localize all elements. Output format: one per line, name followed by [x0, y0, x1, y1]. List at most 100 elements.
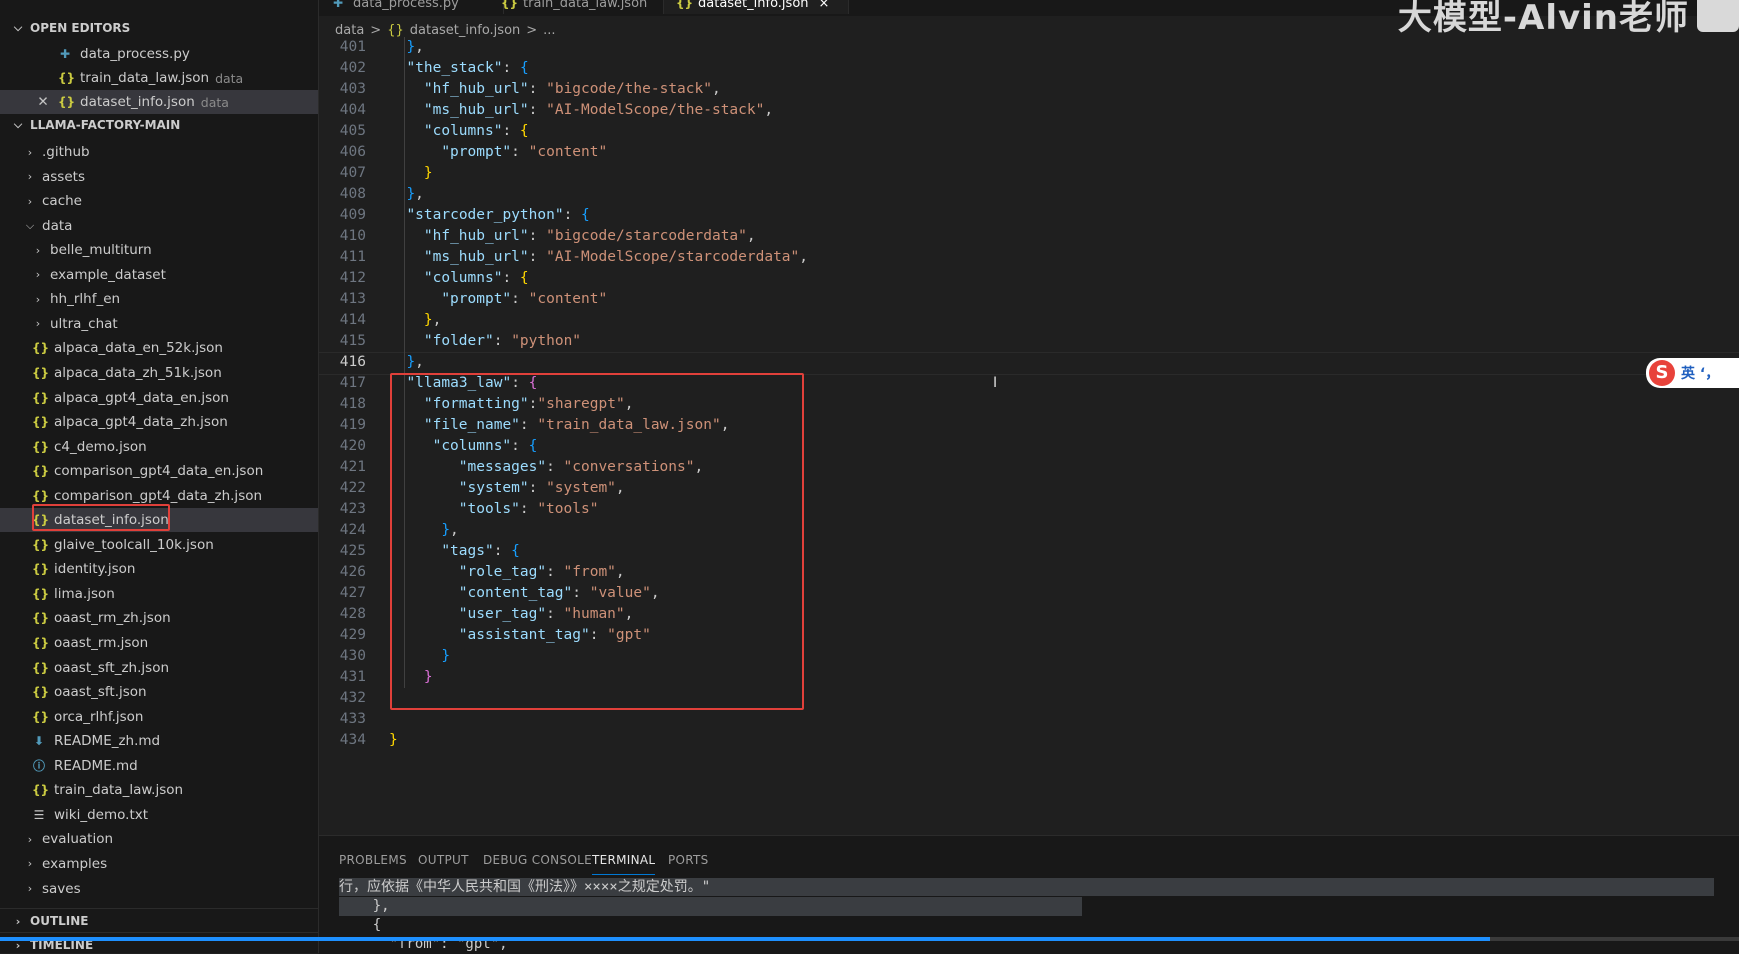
tree-folder[interactable]: › example_dataset: [0, 263, 318, 287]
code-token: :: [528, 480, 547, 496]
tree-file[interactable]: {} c4_demo.json: [0, 435, 318, 459]
code-line[interactable]: 424},: [319, 520, 1739, 541]
outline-header[interactable]: › OUTLINE: [0, 908, 318, 933]
project-header[interactable]: ⌵ LLAMA-FACTORY-MAIN: [0, 113, 318, 137]
tree-folder[interactable]: › cache: [0, 189, 318, 213]
editor-area[interactable]: ✚ data_process.py {} train_data_law.json…: [319, 0, 1739, 835]
code-line[interactable]: 409 "starcoder_python": {: [319, 205, 1739, 226]
tree-folder[interactable]: › belle_multiturn: [0, 238, 318, 262]
tree-file[interactable]: {} dataset_info.json: [0, 508, 318, 533]
tree-file[interactable]: ⓘ README.md: [0, 754, 318, 778]
code-line[interactable]: 404 "ms_hub_url": "AI-ModelScope/the-stac…: [319, 100, 1739, 121]
chevron-right-icon: >: [370, 22, 382, 38]
code-line[interactable]: 410 "hf_hub_url": "bigcode/starcoderdata"…: [319, 226, 1739, 247]
code-line[interactable]: 402 "the_stack": {: [319, 58, 1739, 79]
code-line[interactable]: 422 "system": "system",: [319, 478, 1739, 499]
open-editor-item[interactable]: {} train_data_law.json data: [0, 66, 318, 90]
tab-data-process[interactable]: ✚ data_process.py: [319, 0, 504, 14]
code-line[interactable]: 417 "llama3_law": {: [319, 373, 1739, 394]
breadcrumb-folder[interactable]: data: [335, 23, 364, 38]
tree-folder[interactable]: › ultra_chat: [0, 312, 318, 336]
code-line[interactable]: 432: [319, 688, 1739, 709]
code-line[interactable]: 413 "prompt": "content": [319, 289, 1739, 310]
code-line[interactable]: 425 "tags": {: [319, 541, 1739, 562]
line-number: 429: [339, 627, 366, 643]
tree-file[interactable]: {} glaive_toolcall_10k.json: [0, 533, 318, 557]
tree-folder[interactable]: › hh_rlhf_en: [0, 287, 318, 311]
tree-file[interactable]: {} oaast_rm.json: [0, 631, 318, 655]
tree-file[interactable]: {} alpaca_data_zh_51k.json: [0, 361, 318, 385]
tree-folder[interactable]: › saves: [0, 877, 318, 901]
indent-guide: [404, 289, 406, 310]
code-line[interactable]: 433: [319, 709, 1739, 730]
code-line[interactable]: 429 "assistant_tag": "gpt": [319, 625, 1739, 646]
code-line[interactable]: 420 "columns": {: [319, 436, 1739, 457]
open-editor-item[interactable]: ✚ data_process.py: [0, 42, 318, 66]
tree-folder[interactable]: › .github: [0, 140, 318, 164]
tree-file[interactable]: {} alpaca_gpt4_data_en.json: [0, 386, 318, 410]
code-line[interactable]: 430}: [319, 646, 1739, 667]
code-line[interactable]: 415 "folder": "python": [319, 331, 1739, 352]
tree-file[interactable]: {} alpaca_gpt4_data_zh.json: [0, 410, 318, 434]
code-token: ,: [799, 249, 809, 265]
code-line[interactable]: 405 "columns": {: [319, 121, 1739, 142]
tree-file[interactable]: {} orca_rlhf.json: [0, 705, 318, 729]
json-file-icon: {}: [32, 709, 50, 724]
panel-tab-debug-console[interactable]: DEBUG CONSOLE: [483, 846, 592, 874]
code-text: "tags": {: [441, 541, 520, 562]
code-line[interactable]: 401},: [319, 37, 1739, 58]
tab-train-data-law[interactable]: {} train_data_law.json: [489, 0, 664, 14]
code-line[interactable]: 412 "columns": {: [319, 268, 1739, 289]
tree-file[interactable]: {} alpaca_data_en_52k.json: [0, 336, 318, 360]
tree-file[interactable]: {} identity.json: [0, 557, 318, 581]
tree-folder[interactable]: › evaluation: [0, 827, 318, 851]
terminal-line[interactable]: {: [339, 916, 381, 935]
code-line[interactable]: 408},: [319, 184, 1739, 205]
panel-tab-problems[interactable]: PROBLEMS: [339, 846, 407, 874]
tree-file[interactable]: {} oaast_sft_zh.json: [0, 656, 318, 680]
panel-tab-terminal[interactable]: TERMINAL: [592, 846, 656, 875]
code-line[interactable]: 434}: [319, 730, 1739, 751]
panel-tab-output[interactable]: OUTPUT: [418, 846, 469, 874]
tree-file[interactable]: {} train_data_law.json: [0, 778, 318, 802]
tree-file[interactable]: {} comparison_gpt4_data_zh.json: [0, 484, 318, 508]
terminal-line[interactable]: },: [339, 897, 1082, 916]
code-line[interactable]: 421 "messages": "conversations",: [319, 457, 1739, 478]
tree-folder[interactable]: ⌵ data: [0, 214, 318, 238]
code-text: "assistant_tag": "gpt": [459, 625, 651, 646]
code-line[interactable]: 426 "role_tag": "from",: [319, 562, 1739, 583]
code-line[interactable]: 403 "hf_hub_url": "bigcode/the-stack",: [319, 79, 1739, 100]
tree-file[interactable]: {} comparison_gpt4_data_en.json: [0, 459, 318, 483]
terminal-line[interactable]: 行，应依据《中华人民共和国《刑法》》××××之规定处罚。": [339, 878, 710, 897]
code-token: :: [502, 270, 520, 286]
tree-folder[interactable]: › assets: [0, 165, 318, 189]
code-line[interactable]: 414},: [319, 310, 1739, 331]
open-editor-item[interactable]: ✕ {} dataset_info.json data: [0, 90, 318, 114]
code-line[interactable]: 431}: [319, 667, 1739, 688]
breadcrumb-symbol[interactable]: ...: [543, 23, 555, 38]
code-line[interactable]: 418 "formatting":"sharegpt",: [319, 394, 1739, 415]
tree-file[interactable]: {} oaast_sft.json: [0, 680, 318, 704]
close-icon[interactable]: ✕: [36, 94, 50, 110]
code-line[interactable]: 427 "content_tag": "value",: [319, 583, 1739, 604]
tree-file[interactable]: {} lima.json: [0, 582, 318, 606]
code-line[interactable]: 406 "prompt": "content": [319, 142, 1739, 163]
ime-toolbar[interactable]: S 英 ‘，: [1646, 358, 1739, 388]
panel-tab-ports[interactable]: PORTS: [668, 846, 709, 874]
code-line[interactable]: 423 "tools": "tools": [319, 499, 1739, 520]
code-token: "prompt": [441, 144, 512, 160]
tree-file[interactable]: ☰ wiki_demo.txt: [0, 803, 318, 827]
breadcrumb-file[interactable]: dataset_info.json: [410, 23, 521, 38]
timeline-header[interactable]: › TIMELINE: [0, 932, 318, 953]
tree-file[interactable]: ⬇ README_zh.md: [0, 729, 318, 753]
tree-file[interactable]: {} oaast_rm_zh.json: [0, 606, 318, 630]
tree-folder[interactable]: › examples: [0, 852, 318, 876]
tab-dataset-info[interactable]: {} dataset_info.json ×: [664, 0, 849, 14]
code-line[interactable]: 407}: [319, 163, 1739, 184]
code-line[interactable]: 416},: [319, 352, 1739, 373]
close-icon[interactable]: ×: [819, 0, 830, 11]
code-line[interactable]: 428 "user_tag": "human",: [319, 604, 1739, 625]
code-line[interactable]: 419 "file_name": "train_data_law.json",: [319, 415, 1739, 436]
code-line[interactable]: 411 "ms_hub_url": "AI-ModelScope/starcode…: [319, 247, 1739, 268]
open-editors-header[interactable]: ⌵ OPEN EDITORS: [0, 16, 318, 40]
